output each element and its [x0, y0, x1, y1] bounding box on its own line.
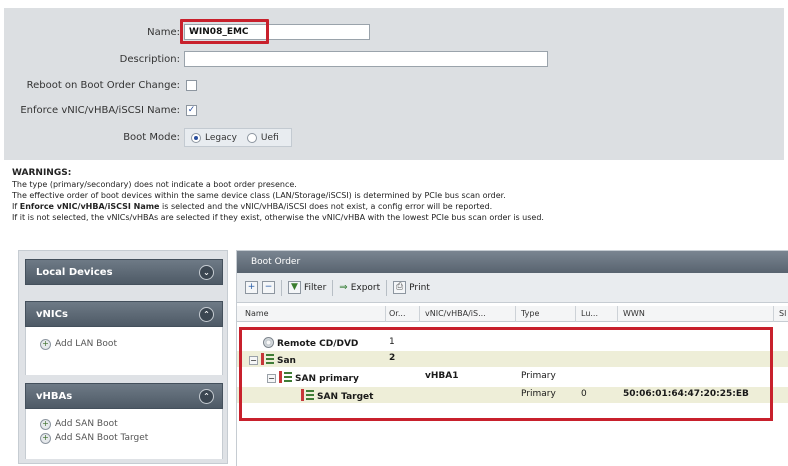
- expand-icon[interactable]: ⌄: [199, 265, 214, 280]
- vnics-title: vNICs: [36, 308, 68, 320]
- column-divider[interactable]: [575, 306, 576, 322]
- reboot-label: Reboot on Boot Order Change:: [26, 80, 180, 91]
- vhbas-body: + Add SAN Boot + Add SAN Boot Target: [25, 409, 223, 459]
- legacy-radio-label[interactable]: Legacy: [205, 133, 237, 143]
- export-icon: ⇒: [339, 282, 348, 293]
- vnics-header[interactable]: vNICs ⌃: [25, 301, 223, 327]
- add-san-boot-link[interactable]: + Add SAN Boot: [40, 417, 222, 431]
- column-divider[interactable]: [515, 306, 516, 322]
- bootmode-label: Boot Mode:: [123, 132, 180, 143]
- column-divider[interactable]: [419, 306, 420, 322]
- add-lan-boot-label: Add LAN Boot: [55, 339, 117, 349]
- collapse-icon[interactable]: ⌃: [199, 307, 214, 322]
- bootmode-row: Boot Mode: Legacy Uefi: [4, 128, 292, 147]
- boot-order-title: Boot Order: [251, 257, 301, 267]
- boot-policy-form: Name: WIN08_EMC Description: Reboot on B…: [4, 8, 784, 160]
- vnics-body: + Add LAN Boot: [25, 327, 223, 375]
- boot-order-toolbar: + − ▼ Filter ⇒ Export ⎙ Print: [237, 273, 788, 303]
- boot-order-header: Boot Order: [237, 251, 788, 273]
- collapse-icon[interactable]: ⌃: [199, 389, 214, 404]
- warning-line-3-post: is selected and the vNIC/vHBA/iSCSI does…: [162, 202, 493, 211]
- add-icon: +: [40, 432, 51, 444]
- warnings-block: WARNINGS: The type (primary/secondary) d…: [12, 168, 782, 223]
- column-divider[interactable]: [617, 306, 618, 322]
- local-devices-title: Local Devices: [36, 266, 113, 278]
- enforce-row: Enforce vNIC/vHBA/iSCSI Name: ✓: [4, 105, 197, 116]
- print-label: Print: [409, 282, 430, 293]
- uefi-radio-label[interactable]: Uefi: [261, 133, 279, 143]
- warnings-title: WARNINGS:: [12, 168, 72, 178]
- export-button[interactable]: ⇒ Export: [339, 282, 380, 293]
- add-san-boot-label: Add SAN Boot: [55, 419, 118, 429]
- add-icon: +: [40, 338, 51, 350]
- filter-button[interactable]: ▼ Filter: [288, 281, 326, 294]
- warning-line-4: If it is not selected, the vNICs/vHBAs a…: [12, 213, 544, 222]
- col-header-order[interactable]: Or...: [389, 309, 405, 318]
- reboot-row: Reboot on Boot Order Change:: [4, 80, 197, 91]
- vhbas-title: vHBAs: [36, 390, 73, 402]
- description-field[interactable]: [184, 51, 548, 67]
- service-profile-boot-order: Name: WIN08_EMC Description: Reboot on B…: [0, 0, 788, 466]
- col-header-wwn[interactable]: WWN: [623, 309, 645, 318]
- add-icon: +: [40, 418, 51, 430]
- col-header-type[interactable]: Type: [521, 309, 539, 318]
- reboot-checkbox[interactable]: [186, 80, 197, 91]
- print-button[interactable]: ⎙ Print: [393, 281, 430, 294]
- filter-label: Filter: [304, 282, 327, 293]
- enforce-label: Enforce vNIC/vHBA/iSCSI Name:: [20, 105, 180, 116]
- warning-line-3-pre: If: [12, 202, 18, 211]
- bootmode-radio-group: Legacy Uefi: [184, 128, 292, 147]
- toolbar-separator: [332, 279, 334, 296]
- boot-order-grid-header: Name Or... vNIC/vHBA/iS... Type Lu... WW…: [237, 306, 788, 322]
- boot-order-panel: Boot Order + − ▼ Filter ⇒ Export ⎙ Print…: [236, 250, 788, 466]
- toolbar-separator: [281, 279, 282, 296]
- export-label: Export: [350, 282, 381, 293]
- legacy-radio[interactable]: [191, 132, 201, 143]
- toolbar-separator: [386, 279, 388, 296]
- boot-order-highlight-box: [239, 327, 773, 421]
- warning-line-1: The type (primary/secondary) does not in…: [12, 180, 297, 189]
- filter-icon: ▼: [288, 281, 301, 294]
- column-divider[interactable]: [385, 306, 386, 322]
- warning-line-2: The effective order of boot devices with…: [12, 191, 506, 200]
- collapse-all-icon[interactable]: −: [262, 281, 275, 294]
- expand-all-icon[interactable]: +: [245, 281, 258, 294]
- local-devices-header[interactable]: Local Devices ⌄: [25, 259, 223, 285]
- description-row: Description:: [4, 51, 548, 67]
- uefi-radio[interactable]: [246, 132, 257, 143]
- add-san-boot-target-link[interactable]: + Add SAN Boot Target: [40, 431, 222, 445]
- vhbas-header[interactable]: vHBAs ⌃: [25, 383, 223, 409]
- warning-line-3-bold: Enforce vNIC/vHBA/iSCSI Name: [19, 202, 160, 211]
- col-header-lun[interactable]: Lu...: [581, 309, 598, 318]
- name-label: Name:: [147, 26, 180, 38]
- col-header-sl[interactable]: Sl: [779, 309, 786, 318]
- column-divider[interactable]: [773, 306, 774, 322]
- description-label: Description:: [119, 53, 180, 65]
- device-accordion: Local Devices ⌄ vNICs ⌃ + Add LAN Boot v…: [18, 250, 228, 464]
- col-header-name[interactable]: Name: [245, 309, 269, 318]
- add-san-boot-target-label: Add SAN Boot Target: [55, 433, 149, 443]
- enforce-checkbox[interactable]: ✓: [186, 105, 197, 116]
- add-lan-boot-link[interactable]: + Add LAN Boot: [40, 337, 222, 351]
- col-header-vnic[interactable]: vNIC/vHBA/iS...: [425, 309, 486, 318]
- print-icon: ⎙: [393, 281, 407, 294]
- name-highlight-box: [180, 19, 269, 44]
- warning-line-3: If Enforce vNIC/vHBA/iSCSI Name is selec…: [12, 201, 782, 212]
